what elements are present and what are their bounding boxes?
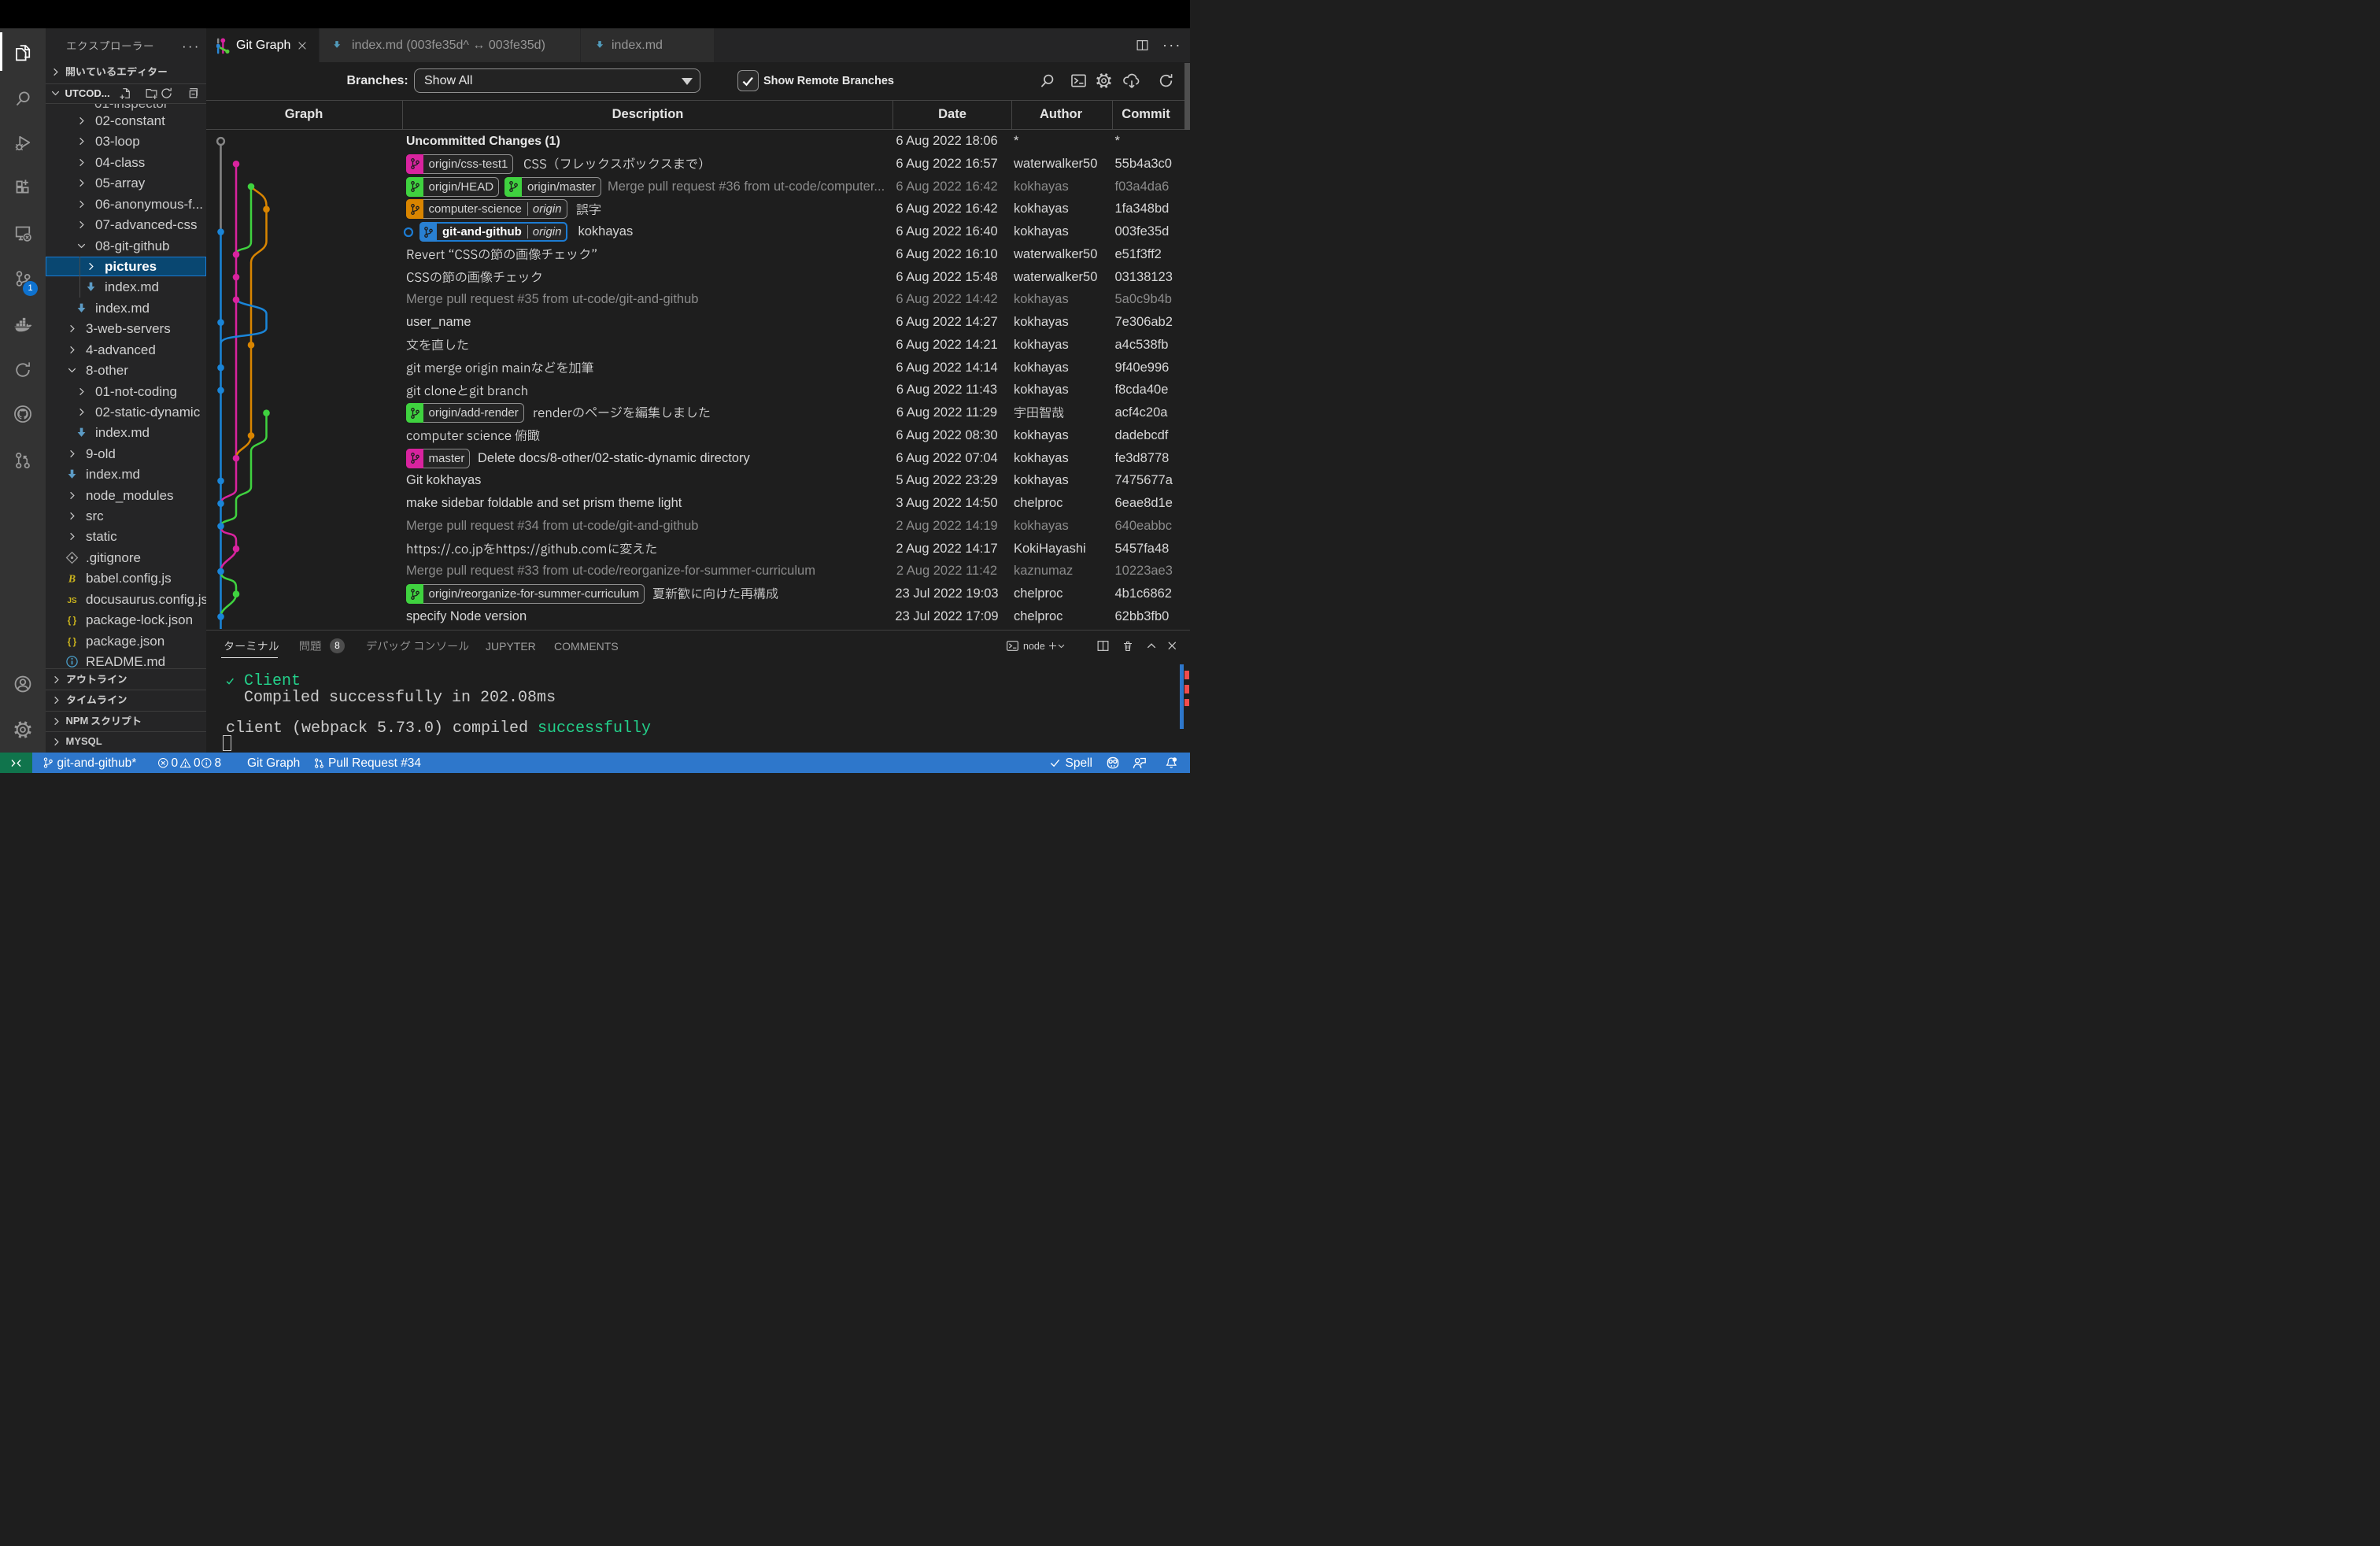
svg-text:{ }: { }: [67, 616, 76, 626]
svg-text:B: B: [67, 572, 75, 584]
svg-text:JS: JS: [67, 596, 77, 605]
svg-text:{ }: { }: [67, 636, 76, 646]
